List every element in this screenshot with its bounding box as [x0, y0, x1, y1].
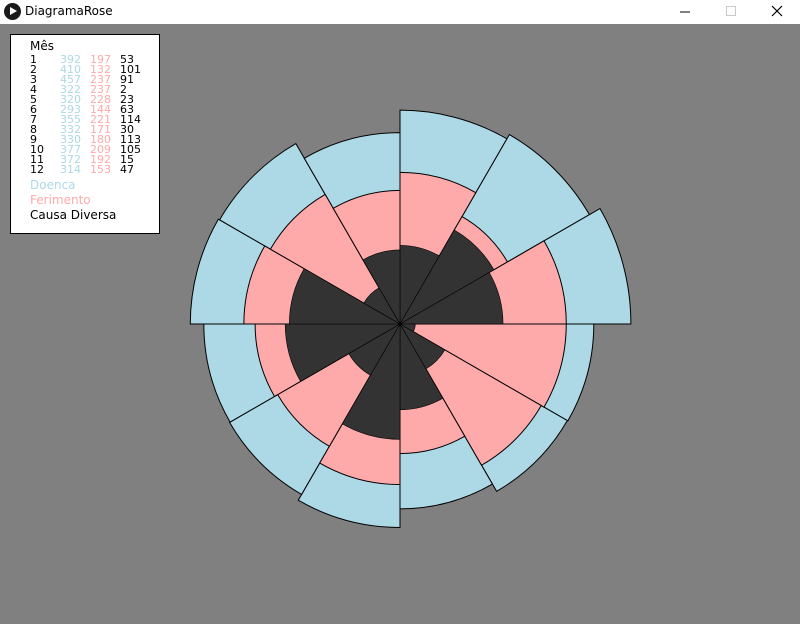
title-bar: DiagramaRose [0, 0, 800, 24]
legend-series-name: Ferimento [30, 193, 91, 207]
legend-causa-value: 47 [120, 163, 134, 176]
legend-ferimento-value: 153 [90, 163, 111, 176]
maximize-button[interactable] [708, 0, 754, 24]
close-button[interactable] [754, 0, 800, 24]
legend: Mês 1 392 197 53 2 410 132 101 3 457 237 91 4 322 237 2… [10, 34, 160, 234]
legend-title: Mês [30, 39, 54, 53]
legend-doenca-value: 314 [60, 163, 81, 176]
app-play-icon [4, 3, 21, 20]
window-title: DiagramaRose [25, 4, 113, 18]
legend-series-name: Causa Diversa [30, 208, 117, 222]
minimize-icon [680, 11, 690, 13]
minimize-button[interactable] [662, 0, 708, 24]
legend-series-name: Doenca [30, 178, 76, 192]
close-icon [771, 5, 783, 17]
maximize-icon [726, 6, 736, 16]
legend-month: 12 [30, 163, 44, 176]
legend-series-names: Doenca Ferimento Causa Diversa [30, 178, 116, 223]
